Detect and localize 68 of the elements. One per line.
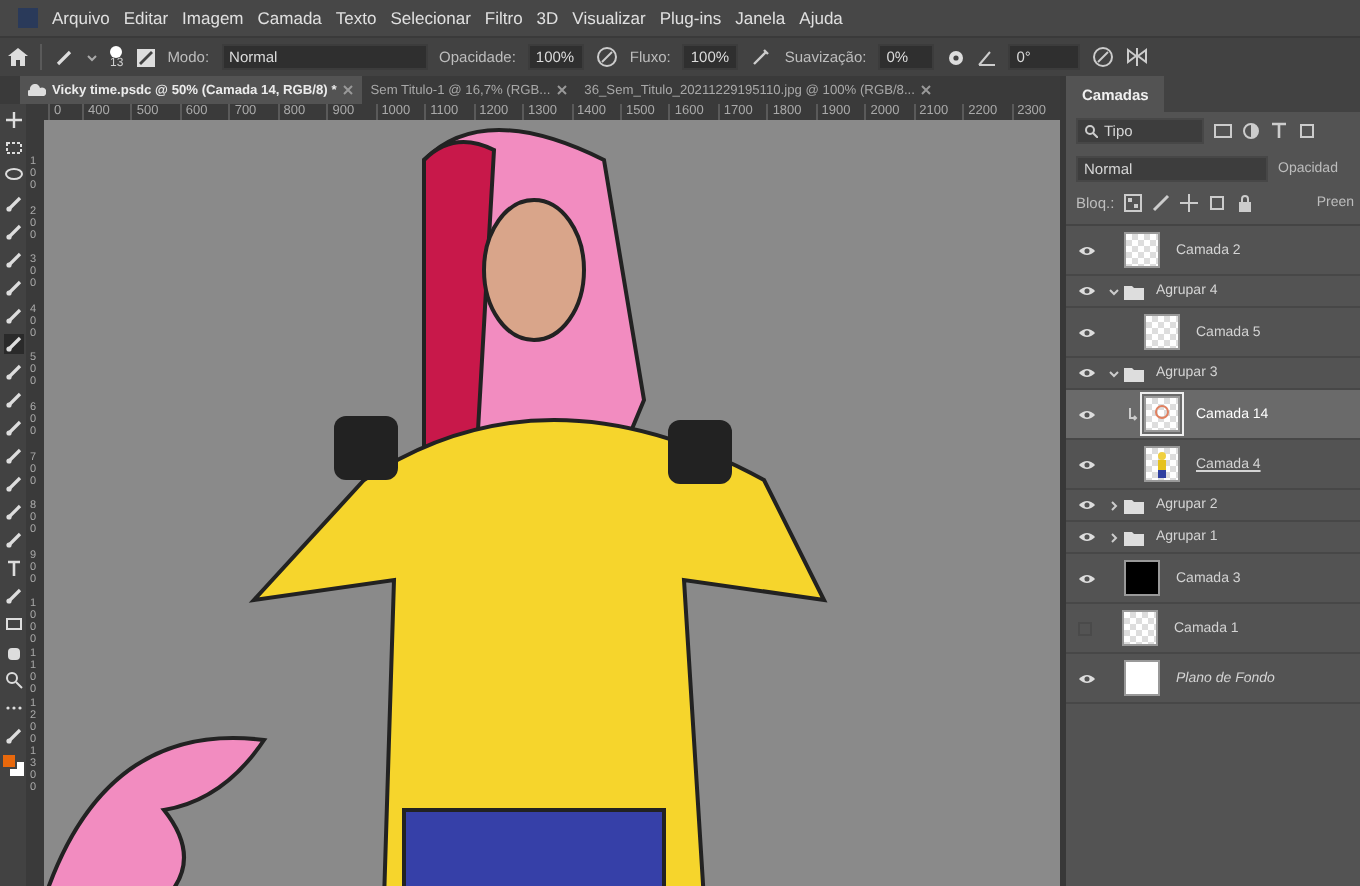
- brush-icon[interactable]: [1152, 194, 1171, 212]
- eye-icon[interactable]: [1078, 671, 1096, 685]
- eye-icon[interactable]: [1078, 407, 1096, 421]
- close-icon[interactable]: [920, 84, 933, 96]
- menu-item[interactable]: Editar: [123, 8, 169, 28]
- layer-thumbnail: [1144, 446, 1180, 482]
- lock-pixels-icon[interactable]: [1124, 194, 1143, 212]
- menu-item[interactable]: Filtro: [484, 8, 523, 28]
- artboard-icon[interactable]: [1208, 194, 1227, 212]
- caret-icon[interactable]: [86, 53, 98, 61]
- menu-item[interactable]: Texto: [335, 8, 377, 28]
- menu-item[interactable]: 3D: [536, 8, 559, 28]
- eye-icon[interactable]: [1078, 457, 1096, 471]
- shape-filter-icon[interactable]: [1298, 122, 1316, 140]
- layer-thumbnail: [1124, 660, 1160, 696]
- menu-item[interactable]: Janela: [735, 8, 786, 28]
- search-icon: [1084, 124, 1098, 138]
- layer-thumbnail: [1124, 232, 1160, 268]
- image-filter-icon[interactable]: [1214, 122, 1232, 140]
- layer-thumbnail: [1144, 396, 1180, 432]
- menu-item[interactable]: Visualizar: [572, 8, 646, 28]
- menu-item[interactable]: Plug-ins: [659, 8, 722, 28]
- settings-icon[interactable]: [946, 47, 967, 67]
- menu-item[interactable]: Ajuda: [799, 8, 843, 28]
- type-filter-icon[interactable]: [1270, 122, 1288, 140]
- layer-thumbnail: [1122, 610, 1158, 646]
- folder-icon: [1124, 365, 1144, 381]
- chevron-right-icon[interactable]: [1108, 531, 1120, 543]
- pressure-size-icon[interactable]: [1092, 46, 1115, 68]
- close-icon[interactable]: [342, 84, 355, 96]
- layer-thumbnail: [1124, 560, 1160, 596]
- chevron-down-icon[interactable]: [1108, 367, 1120, 379]
- eye-icon[interactable]: [1078, 530, 1096, 544]
- chevron-right-icon[interactable]: [1108, 499, 1120, 511]
- menu-item[interactable]: Arquivo: [52, 8, 110, 28]
- brush-icon[interactable]: [54, 47, 74, 67]
- brush-icon[interactable]: [3, 334, 23, 354]
- eye-icon[interactable]: [1078, 243, 1096, 257]
- color-swatches-icon[interactable]: [2, 754, 24, 776]
- angle-icon: [978, 49, 997, 65]
- layer-thumbnail: [1144, 314, 1180, 350]
- eye-icon[interactable]: [1078, 366, 1096, 380]
- folder-icon: [1124, 283, 1144, 299]
- close-icon[interactable]: [556, 84, 569, 96]
- marquee-icon[interactable]: [3, 138, 23, 158]
- home-icon[interactable]: [8, 48, 28, 66]
- cloud-icon: [28, 84, 46, 96]
- type-icon[interactable]: [3, 558, 23, 578]
- brush-panel-icon[interactable]: [135, 47, 156, 67]
- menu-item[interactable]: Camada: [257, 8, 322, 28]
- airbrush-icon[interactable]: [750, 46, 773, 68]
- rectangle-icon[interactable]: [3, 614, 23, 634]
- menu-item[interactable]: Imagem: [182, 8, 244, 28]
- eye-icon[interactable]: [1078, 571, 1096, 585]
- chevron-down-icon[interactable]: [1108, 285, 1120, 297]
- eye-icon[interactable]: [1078, 325, 1096, 339]
- zoom-icon[interactable]: [3, 670, 23, 690]
- pressure-opacity-icon[interactable]: [595, 46, 618, 68]
- eye-icon[interactable]: [1078, 498, 1096, 512]
- lock-icon[interactable]: [1236, 194, 1255, 212]
- menu-item[interactable]: Selecionar: [390, 8, 471, 28]
- lasso-icon[interactable]: [3, 166, 23, 186]
- symmetry-icon[interactable]: [1126, 46, 1149, 68]
- adjustment-filter-icon[interactable]: [1242, 122, 1260, 140]
- move-icon[interactable]: [1180, 194, 1199, 212]
- move-icon[interactable]: [3, 110, 23, 130]
- brush-tip-icon[interactable]: [110, 45, 123, 57]
- eye-icon[interactable]: [1078, 284, 1096, 298]
